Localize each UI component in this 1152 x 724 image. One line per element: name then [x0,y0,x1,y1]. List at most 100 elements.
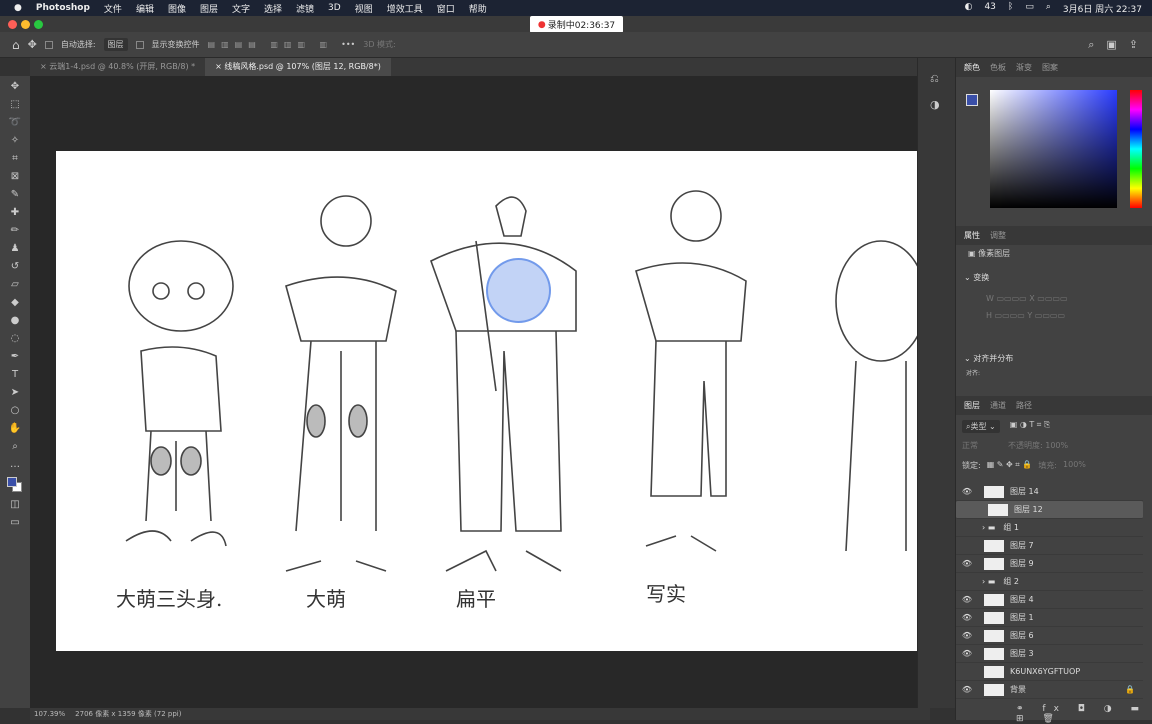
move-tool-icon[interactable]: ✥ [28,38,37,51]
layer-row[interactable]: 图层 12 [956,501,1143,519]
layer-row[interactable]: › ▬ 组 2 [956,573,1143,591]
marquee-tool-icon[interactable]: ⬚ [8,98,22,112]
align-icons[interactable]: ▤▥▤▤ ▥▥▥ ▥ [208,40,334,49]
zoom-tool-icon[interactable]: ⌕ [8,440,22,454]
tab-gradients[interactable]: 渐变 [1016,62,1032,73]
eyedropper-icon[interactable]: ✎ [8,188,22,202]
menu-filter[interactable]: 滤镜 [296,2,314,15]
visibility-icon[interactable]: 👁 [956,595,978,604]
tab-adjustments[interactable]: 调整 [990,230,1006,241]
tab-lineart[interactable]: × 线稿风格.psd @ 107% (图层 12, RGB/8*) [205,58,391,76]
share-icon[interactable]: ⇪ [1129,38,1138,52]
blend-mode-dropdown[interactable]: 正常 [962,440,978,451]
close-button[interactable] [8,20,17,29]
crop-tool-icon[interactable]: ⌗ [8,152,22,166]
apple-icon[interactable]: ● [14,3,22,13]
layer-row[interactable]: 👁 图层 9 [956,555,1143,573]
tab-swatches[interactable]: 色板 [990,62,1006,73]
layer-filter-dropdown[interactable]: ⌕类型 ⌄ [962,420,1000,433]
history-brush-icon[interactable]: ↺ [8,260,22,274]
color-field[interactable] [990,90,1117,208]
pen-tool-icon[interactable]: ✒ [8,350,22,364]
menu-3d[interactable]: 3D [328,3,341,13]
frame-tool-icon[interactable]: ⊠ [8,170,22,184]
menu-select[interactable]: 选择 [264,2,282,15]
fill-input[interactable]: 100% [1063,460,1086,471]
move-tool-icon[interactable]: ✥ [8,80,22,94]
adjust-icon[interactable]: ◑ [930,98,955,111]
tab-paths[interactable]: 路径 [1016,400,1032,411]
show-transform-checkbox[interactable] [135,40,144,49]
tab-properties[interactable]: 属性 [964,230,980,241]
auto-select-checkbox[interactable] [44,40,53,49]
hand-tool-icon[interactable]: ✋ [8,422,22,436]
shape-tool-icon[interactable]: ○ [8,404,22,418]
hue-slider[interactable] [1130,90,1142,208]
search-icon[interactable]: ⌕ [1088,38,1094,52]
visibility-icon[interactable]: 👁 [956,631,978,640]
bucket-icon[interactable]: ◆ [8,296,22,310]
bluetooth-icon[interactable]: ᛒ [1008,2,1013,15]
tab-cloud[interactable]: × 云端1-4.psd @ 40.8% (开屏, RGB/8) * [30,58,205,76]
menu-view[interactable]: 视图 [355,2,373,15]
workspace-icon[interactable]: ▣ [1106,38,1116,52]
status-icon[interactable]: ◐ [965,2,973,15]
layer-row[interactable]: 图层 7 [956,537,1143,555]
tab-layers[interactable]: 图层 [964,400,980,411]
menu-layer[interactable]: 图层 [200,2,218,15]
eraser-icon[interactable]: ▱ [8,278,22,292]
visibility-icon[interactable]: 👁 [956,613,978,622]
menu-edit[interactable]: 编辑 [136,2,154,15]
app-name[interactable]: Photoshop [36,3,90,13]
document-canvas[interactable]: 大萌三头身. 大萌 扁平 写实 [56,151,917,651]
minimize-button[interactable] [21,20,30,29]
maximize-button[interactable] [34,20,43,29]
lasso-tool-icon[interactable]: ➰ [8,116,22,130]
menu-file[interactable]: 文件 [104,2,122,15]
type-tool-icon[interactable]: T [8,368,22,382]
blur-icon[interactable]: ● [8,314,22,328]
filter-icons[interactable]: ▣ ◑ T ⌗ ⎘ [1010,420,1051,433]
layer-row[interactable]: 👁 图层 1 [956,609,1143,627]
visibility-icon[interactable]: 👁 [956,487,978,496]
tab-color[interactable]: 颜色 [964,62,980,73]
align-section[interactable]: ⌄ 对齐并分布 [964,353,1013,364]
auto-select-dropdown[interactable]: 图层 [103,38,128,51]
menu-plugins[interactable]: 增效工具 [387,2,423,15]
layer-row[interactable]: › ▬ 组 1 [956,519,1143,537]
screen-mode-icon[interactable]: ▭ [8,516,22,530]
brush-tool-icon[interactable]: ✏ [8,224,22,238]
more-icon[interactable]: ••• [341,40,355,49]
visibility-icon[interactable]: 👁 [956,649,978,658]
layer-row[interactable]: K6UNX6YGFTUOP [956,663,1143,681]
tab-channels[interactable]: 通道 [990,400,1006,411]
quick-mask-icon[interactable]: ◫ [8,498,22,512]
lock-icons[interactable]: ▦ ✎ ✥ ⌗ 🔒 [987,460,1033,471]
transform-section[interactable]: ⌄ 变换 [964,272,989,283]
layer-row[interactable]: 👁 图层 4 [956,591,1143,609]
layer-row[interactable]: 👁 背景 🔒 [956,681,1143,699]
status-badge[interactable]: 43 [984,2,995,15]
menu-image[interactable]: 图像 [168,2,186,15]
home-icon[interactable]: ⌂ [12,38,20,52]
layer-row[interactable]: 👁 图层 3 [956,645,1143,663]
visibility-icon[interactable]: 👁 [956,559,978,568]
zoom-level[interactable]: 107.39% [34,710,65,718]
layer-row[interactable]: 👁 图层 6 [956,627,1143,645]
battery-icon[interactable]: ▭ [1025,2,1034,15]
foreground-swatch[interactable] [966,94,978,106]
dodge-icon[interactable]: ◌ [8,332,22,346]
menu-help[interactable]: 帮助 [469,2,487,15]
tab-patterns[interactable]: 图案 [1042,62,1058,73]
menu-type[interactable]: 文字 [232,2,250,15]
path-select-icon[interactable]: ➤ [8,386,22,400]
magic-wand-icon[interactable]: ✧ [8,134,22,148]
history-icon[interactable]: ⎌ [930,72,955,86]
more-tools-icon[interactable]: … [8,458,22,472]
healing-icon[interactable]: ✚ [8,206,22,220]
menu-window[interactable]: 窗口 [437,2,455,15]
layer-actions[interactable]: ⚭ fx ◘ ◑ ▬ ⊞ 🗑 [1016,704,1152,724]
search-icon[interactable]: ⌕ [1046,2,1051,15]
layer-row[interactable]: 👁 图层 14 [956,483,1143,501]
clock[interactable]: 3月6日 周六 22:37 [1063,2,1142,15]
